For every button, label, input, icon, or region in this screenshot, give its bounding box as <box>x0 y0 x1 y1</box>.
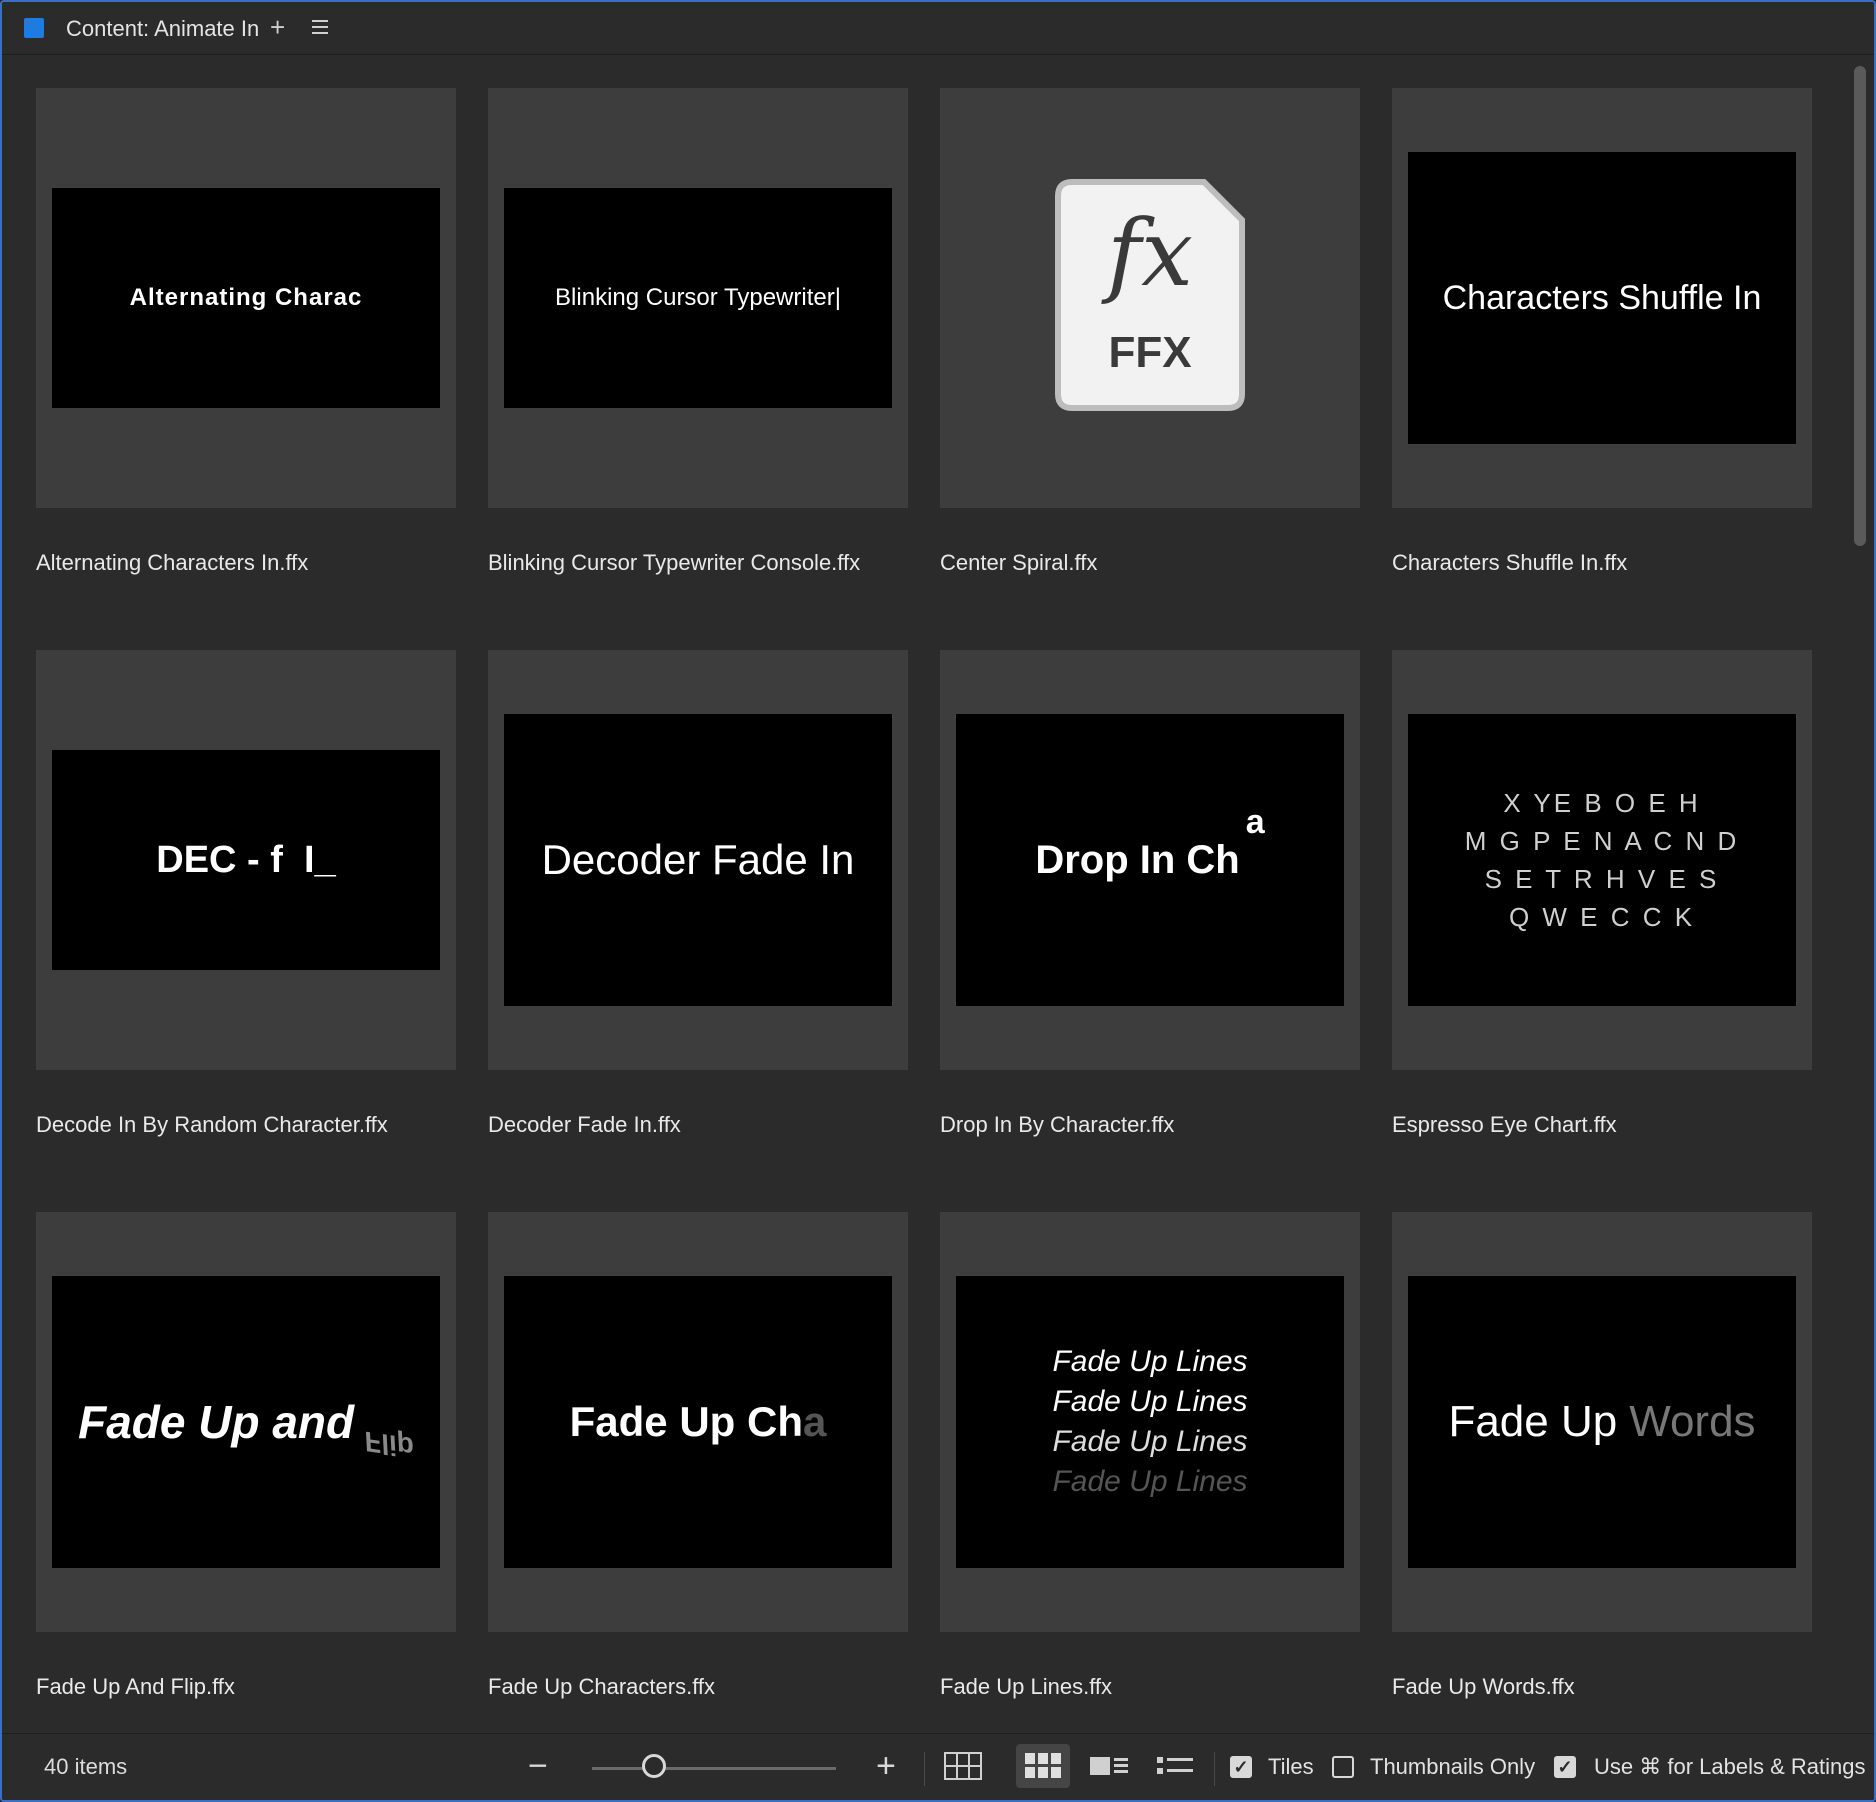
item-label[interactable]: Fade Up And Flip.ffx <box>36 1674 235 1700</box>
tile[interactable]: Alternating Charac <box>36 88 456 508</box>
item-label[interactable]: Decode In By Random Character.ffx <box>36 1112 388 1138</box>
tiles-label: Tiles <box>1268 1754 1314 1779</box>
tile[interactable]: fx FFX <box>940 88 1360 508</box>
preview-thumbnail: DEC - f I_ <box>52 750 440 970</box>
item-label[interactable]: Fade Up Characters.ffx <box>488 1674 715 1700</box>
divider <box>1214 1752 1215 1786</box>
item-label[interactable]: Drop In By Character.ffx <box>940 1112 1174 1138</box>
panel-header: Content: Animate In + <box>2 2 1874 55</box>
preview-line: X YE B O E H <box>1503 788 1701 818</box>
zoom-slider-knob[interactable] <box>642 1754 666 1778</box>
filmstrip-view-icon[interactable] <box>1082 1744 1136 1788</box>
preview-line: S E T R H V E S <box>1484 864 1720 894</box>
preview-thumbnail: Fade Up Lines Fade Up Lines Fade Up Line… <box>956 1276 1344 1568</box>
preview-extra-text: Flip <box>362 1425 416 1464</box>
preview-extra-text: a <box>802 1398 827 1445</box>
item-label[interactable]: Characters Shuffle In.ffx <box>1392 550 1627 576</box>
preview-text: Fade Up Ch <box>569 1398 803 1445</box>
preview-thumbnail: Fade Up and Flip <box>52 1276 440 1568</box>
tiles-checkbox[interactable]: ✓ <box>1230 1756 1252 1778</box>
preview-text: Blinking Cursor Typewriter| <box>555 284 841 311</box>
preview-text: Alternating Charac <box>129 284 363 311</box>
use-cmd-checkbox[interactable]: ✓ <box>1554 1756 1576 1778</box>
use-cmd-label: Use ⌘ for Labels & Ratings <box>1594 1754 1866 1779</box>
preview-extra-text: Words <box>1629 1397 1756 1446</box>
preview-text: Decoder Fade In <box>541 836 855 883</box>
tile[interactable]: Fade Up Words <box>1392 1212 1812 1632</box>
plus-icon[interactable]: + <box>876 1746 896 1786</box>
item-count: 40 items <box>44 1754 128 1779</box>
thumbnail-view-icon[interactable] <box>1016 1744 1070 1788</box>
preview-line: Fade Up Lines <box>1052 1345 1248 1378</box>
preview-line: Fade Up Lines <box>1052 1385 1248 1418</box>
content-panel: Content: Animate In + Alternating Charac… <box>0 0 1876 1802</box>
preview-line: M G P E N A C N D <box>1464 826 1740 856</box>
thumbnails-only-checkbox[interactable] <box>1332 1756 1354 1778</box>
tile[interactable]: X YE B O E H M G P E N A C N D S E T R H… <box>1392 650 1812 1070</box>
tile[interactable]: Decoder Fade In <box>488 650 908 1070</box>
divider <box>924 1752 925 1786</box>
grid-view-icon[interactable] <box>936 1744 990 1788</box>
item-label[interactable]: Center Spiral.ffx <box>940 550 1097 576</box>
preview-thumbnail: Characters Shuffle In <box>1408 152 1796 444</box>
tile[interactable]: Fade Up and Flip <box>36 1212 456 1632</box>
item-label[interactable]: Blinking Cursor Typewriter Console.ffx <box>488 550 860 576</box>
item-label[interactable]: Fade Up Lines.ffx <box>940 1674 1112 1700</box>
tile[interactable]: DEC - f I_ <box>36 650 456 1070</box>
plus-icon[interactable]: + <box>270 12 285 42</box>
preview-line: Fade Up Lines <box>1052 1425 1248 1458</box>
item-label[interactable]: Decoder Fade In.ffx <box>488 1112 681 1138</box>
tile[interactable]: Drop In Ch a <box>940 650 1360 1070</box>
preview-text: Drop In Ch <box>1035 837 1240 882</box>
preview-thumbnail: Drop In Ch a <box>956 714 1344 1006</box>
tile[interactable]: Blinking Cursor Typewriter| <box>488 88 908 508</box>
panel-color-swatch <box>24 18 44 38</box>
ffx-type-label: FFX <box>1108 328 1192 377</box>
preview-text: Characters Shuffle In <box>1442 278 1762 317</box>
hamburger-menu-icon[interactable] <box>310 12 330 48</box>
preview-thumbnail: X YE B O E H M G P E N A C N D S E T R H… <box>1408 714 1796 1006</box>
preview-thumbnail: Fade Up Ch a <box>504 1276 892 1568</box>
ffx-file-icon: fx FFX <box>1054 178 1246 412</box>
preview-line: Fade Up Lines <box>1052 1465 1248 1498</box>
list-view-icon[interactable] <box>1148 1744 1202 1788</box>
preview-extra-text: a <box>1245 802 1265 841</box>
preview-thumbnail: Decoder Fade In <box>504 714 892 1006</box>
preview-text: Fade Up <box>1448 1397 1618 1446</box>
item-label[interactable]: Espresso Eye Chart.ffx <box>1392 1112 1617 1138</box>
preview-thumbnail: Alternating Charac <box>52 188 440 408</box>
preview-text: Fade Up and <box>78 1396 355 1448</box>
preview-line: Q W E C C K <box>1508 902 1696 932</box>
item-label[interactable]: Alternating Characters In.ffx <box>36 550 308 576</box>
preview-text: DEC - f I_ <box>156 838 336 881</box>
tile[interactable]: Fade Up Ch a <box>488 1212 908 1632</box>
panel-title[interactable]: Content: Animate In <box>66 16 259 42</box>
minus-icon[interactable]: − <box>528 1746 548 1786</box>
tile[interactable]: Characters Shuffle In <box>1392 88 1812 508</box>
preview-thumbnail: Fade Up Words <box>1408 1276 1796 1568</box>
panel-footer: 40 items − + ✓ Tiles Thumbnails Only ✓ U… <box>2 1733 1874 1800</box>
preview-thumbnail: Blinking Cursor Typewriter| <box>504 188 892 408</box>
item-label[interactable]: Fade Up Words.ffx <box>1392 1674 1575 1700</box>
fx-glyph: fx <box>1107 200 1193 307</box>
vertical-scrollbar[interactable] <box>1854 66 1866 546</box>
tile[interactable]: Fade Up Lines Fade Up Lines Fade Up Line… <box>940 1212 1360 1632</box>
thumbnails-only-label: Thumbnails Only <box>1370 1754 1536 1779</box>
zoom-slider[interactable] <box>592 1767 836 1770</box>
